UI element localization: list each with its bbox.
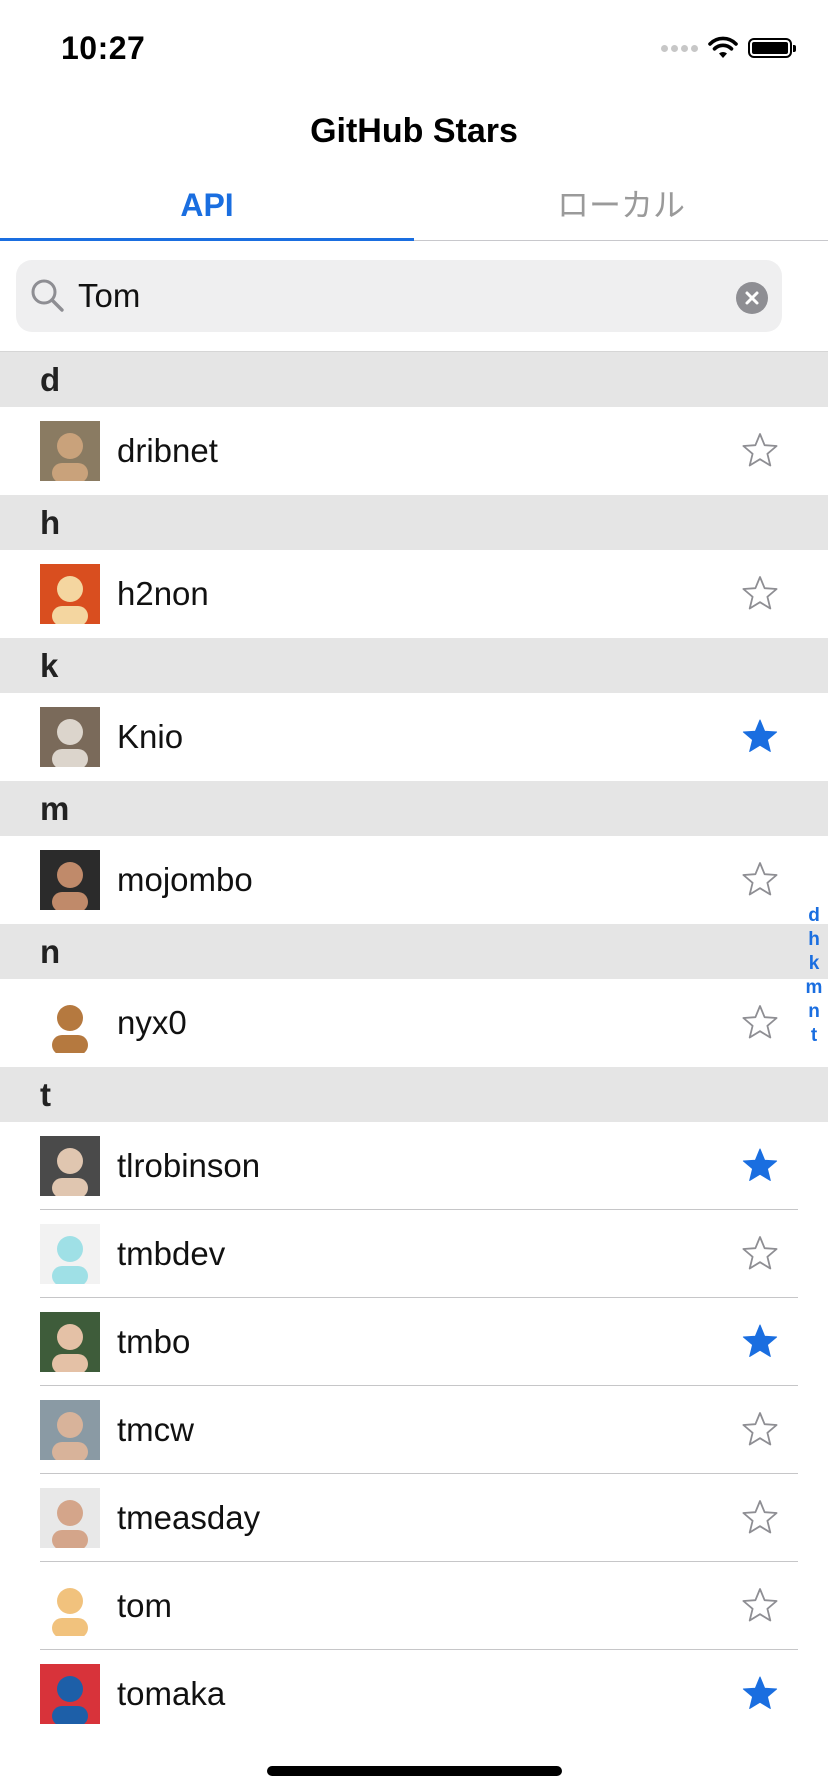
star-outline-icon[interactable]: [740, 431, 780, 471]
section-header: d: [0, 352, 828, 407]
username: dribnet: [117, 432, 218, 469]
section-header: k: [0, 638, 828, 693]
tab-local[interactable]: ローカル: [414, 178, 828, 238]
star-filled-icon[interactable]: [740, 1674, 780, 1714]
username: tmbdev: [117, 1235, 226, 1272]
list-item[interactable]: mojombo: [0, 836, 828, 924]
section-header: n: [0, 924, 828, 979]
list-item[interactable]: Knio: [0, 693, 828, 781]
star-outline-icon[interactable]: [740, 1003, 780, 1043]
section-index-item[interactable]: n: [804, 1000, 824, 1024]
list-item[interactable]: tmcw: [0, 1386, 828, 1474]
star-outline-icon[interactable]: [740, 1498, 780, 1538]
star-filled-icon[interactable]: [740, 717, 780, 757]
section-index-item[interactable]: h: [804, 928, 824, 952]
star-outline-icon[interactable]: [740, 1410, 780, 1450]
avatar: [40, 850, 100, 910]
username: tlrobinson: [117, 1147, 261, 1184]
username: mojombo: [117, 861, 253, 898]
username: h2non: [117, 575, 209, 612]
home-indicator: [267, 1766, 562, 1776]
section-header: t: [0, 1067, 828, 1122]
cellular-signal-icon: [661, 44, 698, 52]
list-item[interactable]: tmbo: [0, 1298, 828, 1386]
list-item[interactable]: tomaka: [0, 1650, 828, 1738]
list-item[interactable]: tmbdev: [0, 1210, 828, 1298]
section-index-item[interactable]: m: [804, 976, 824, 1000]
star-filled-icon[interactable]: [740, 1322, 780, 1362]
avatar: [40, 1400, 100, 1460]
search-bar[interactable]: Tom: [16, 260, 782, 332]
list-item[interactable]: nyx0: [0, 979, 828, 1067]
status-time: 10:27: [61, 30, 146, 66]
star-outline-icon[interactable]: [740, 1586, 780, 1626]
list-item[interactable]: h2non: [0, 550, 828, 638]
list-item[interactable]: tom: [0, 1562, 828, 1650]
username: Knio: [117, 718, 184, 755]
avatar: [40, 1312, 100, 1372]
search-icon: [31, 279, 64, 312]
section-header: m: [0, 781, 828, 836]
star-outline-icon[interactable]: [740, 574, 780, 614]
avatar: [40, 1488, 100, 1548]
list-item[interactable]: tmeasday: [0, 1474, 828, 1562]
wifi-icon: [708, 36, 738, 58]
username: tomaka: [117, 1675, 226, 1712]
tab-selection-indicator: [0, 238, 414, 241]
avatar: [40, 421, 100, 481]
avatar: [40, 1664, 100, 1724]
avatar: [40, 1136, 100, 1196]
status-bar: 10:27: [0, 0, 828, 100]
star-outline-icon[interactable]: [740, 860, 780, 900]
avatar: [40, 707, 100, 767]
username: nyx0: [117, 1004, 187, 1041]
username: tmeasday: [117, 1499, 261, 1536]
list-item[interactable]: tlrobinson: [0, 1122, 828, 1210]
battery-icon: [748, 38, 796, 58]
username: tom: [117, 1587, 173, 1624]
avatar: [40, 564, 100, 624]
tab-bar: API ローカル: [0, 178, 828, 241]
section-index-item[interactable]: t: [804, 1024, 824, 1048]
section-index[interactable]: dhkmnt: [804, 904, 824, 1048]
section-index-item[interactable]: k: [804, 952, 824, 976]
username: tmbo: [117, 1323, 191, 1360]
search-input[interactable]: Tom: [78, 260, 140, 332]
avatar: [40, 993, 100, 1053]
avatar: [40, 1576, 100, 1636]
clear-icon[interactable]: [736, 282, 768, 314]
list-item[interactable]: dribnet: [0, 407, 828, 495]
star-outline-icon[interactable]: [740, 1234, 780, 1274]
page-title: GitHub Stars: [310, 112, 518, 150]
avatar: [40, 1224, 100, 1284]
section-index-item[interactable]: d: [804, 904, 824, 928]
star-filled-icon[interactable]: [740, 1146, 780, 1186]
tab-api[interactable]: API: [0, 178, 414, 238]
username: tmcw: [117, 1411, 194, 1448]
status-icons: [661, 36, 796, 60]
section-header: h: [0, 495, 828, 550]
user-list: d dribnet h h2non k Knio m mojombo n nyx0 t tlrobin…: [0, 352, 828, 1738]
